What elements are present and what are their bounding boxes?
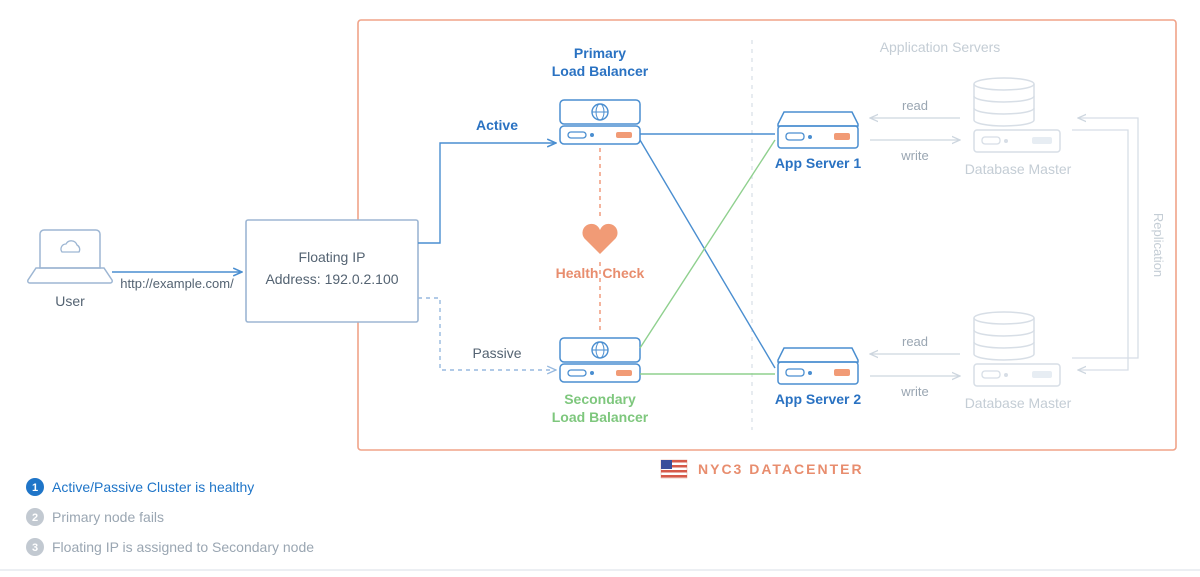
datacenter-label: NYC3 DATACENTER: [698, 461, 864, 477]
app-servers-title: Application Servers: [880, 39, 1001, 55]
database-master-1-icon: [974, 78, 1060, 152]
url-label: http://example.com/: [120, 276, 234, 291]
svg-text:1: 1: [32, 482, 38, 494]
app-server-1-icon: [778, 112, 858, 148]
step-1: 1 Active/Passive Cluster is healthy: [26, 478, 254, 496]
step-1-label: Active/Passive Cluster is healthy: [52, 479, 254, 495]
step-2-label: Primary node fails: [52, 509, 164, 525]
app-server-1-label: App Server 1: [775, 155, 862, 171]
user-label: User: [55, 293, 85, 309]
app2-read-label: read: [902, 334, 928, 349]
us-flag-icon: [661, 460, 687, 478]
step-3-label: Floating IP is assigned to Secondary nod…: [52, 539, 314, 555]
app2-write-label: write: [900, 384, 928, 399]
db-master-1-label: Database Master: [965, 161, 1072, 177]
secondary-lb-line2: Load Balancer: [552, 409, 649, 425]
primary-lb-line2: Load Balancer: [552, 63, 649, 79]
fip-line1: Floating IP: [299, 249, 366, 265]
step-3: 3 Floating IP is assigned to Secondary n…: [26, 538, 314, 556]
svg-text:2: 2: [32, 512, 38, 524]
svg-text:3: 3: [32, 542, 38, 554]
health-check-label: Health Check: [556, 265, 645, 281]
database-master-2-icon: [974, 312, 1060, 386]
app1-read-label: read: [902, 98, 928, 113]
secondary-lb-line1: Secondary: [564, 391, 636, 407]
step-2: 2 Primary node fails: [26, 508, 164, 526]
edge-primary-to-app2: [640, 140, 775, 368]
edge-fip-to-primary: [418, 143, 556, 243]
edge-secondary-to-app1: [640, 140, 775, 348]
primary-lb-line1: Primary: [574, 45, 626, 61]
secondary-lb-server-icon: [560, 338, 640, 382]
app1-write-label: write: [900, 148, 928, 163]
active-label: Active: [476, 117, 518, 133]
replication-label: Replication: [1151, 213, 1166, 277]
db-master-2-label: Database Master: [965, 395, 1072, 411]
heart-icon: [582, 224, 617, 254]
app-server-2-icon: [778, 348, 858, 384]
fip-line2: Address: 192.0.2.100: [265, 271, 398, 287]
user-laptop-icon: [28, 230, 113, 283]
primary-lb-server-icon: [560, 100, 640, 144]
app-server-2-label: App Server 2: [775, 391, 862, 407]
replication-down: [1072, 130, 1128, 370]
passive-label: Passive: [472, 345, 521, 361]
